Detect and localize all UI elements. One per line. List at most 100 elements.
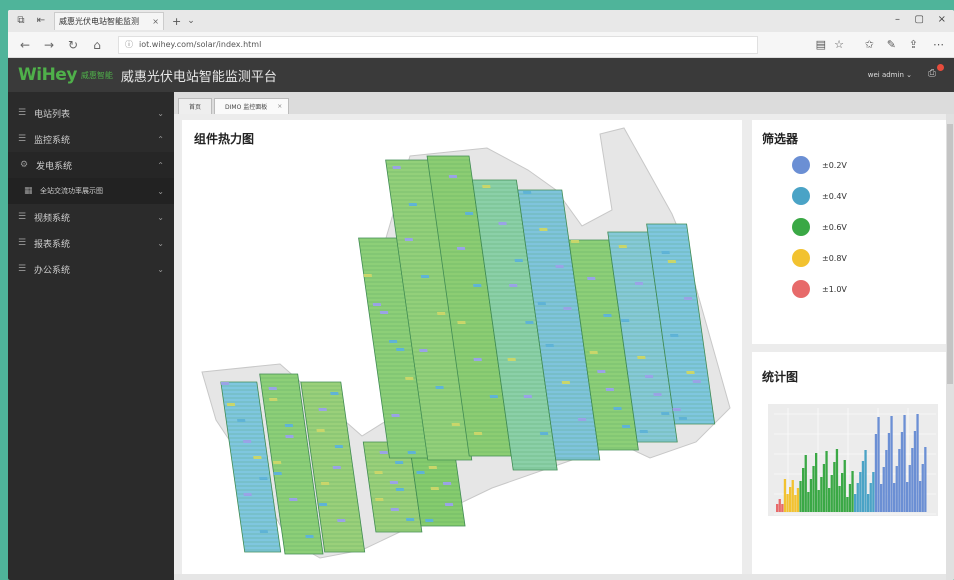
histogram-bar (804, 455, 807, 512)
panel-cell-highlight (405, 377, 414, 380)
panel-cell-highlight (482, 185, 491, 188)
histogram-bar (916, 414, 919, 512)
panel-cell-highlight (425, 519, 434, 522)
sidebar-item-office[interactable]: ☰ 办公系统 ⌄ (8, 256, 174, 282)
sidebar-item-station-list[interactable]: ☰ 电站列表 ⌄ (8, 100, 174, 126)
filter-label: ±0.2V (822, 160, 847, 170)
grid-icon: ▦ (24, 186, 33, 196)
panel-cell-highlight (284, 424, 294, 427)
histogram-bar (846, 497, 849, 512)
tab-close-icon[interactable]: × (152, 17, 159, 26)
panel-cell-highlight (523, 395, 533, 398)
list-icon: ☰ (18, 238, 27, 248)
histogram-bar (859, 472, 862, 512)
panel-cell-highlight (259, 477, 268, 480)
histogram-bar (903, 415, 906, 512)
filter-item-04v[interactable]: ±0.4V (792, 187, 847, 205)
minimize-button[interactable]: – (895, 14, 900, 25)
panel-cell-highlight (242, 440, 252, 443)
histogram-bar (776, 504, 779, 512)
tab-label: 首页 (189, 104, 202, 111)
panel-cell-highlight (379, 451, 388, 454)
forward-icon[interactable]: → (42, 38, 56, 52)
back-tabs-icon[interactable]: ⇤ (34, 14, 48, 28)
url-text: iot.wihey.com/solar/index.html (139, 40, 262, 49)
filter-label: ±0.6V (822, 222, 847, 232)
filter-swatch (792, 249, 810, 267)
favorites-hub-icon[interactable]: ✩ (865, 38, 874, 51)
panel-cell-highlight (318, 408, 327, 411)
favorite-star-icon[interactable]: ☆ (834, 38, 844, 51)
scrollbar-thumb[interactable] (947, 124, 953, 384)
chevron-down-icon: ⌄ (157, 108, 164, 118)
list-icon: ☰ (18, 212, 27, 222)
panel-cell-highlight (605, 388, 615, 391)
sidebar-item-video[interactable]: ☰ 视频系统 ⌄ (8, 204, 174, 230)
heatmap-panel: 组件热力图 (182, 120, 742, 575)
info-icon[interactable]: ⓘ (125, 39, 133, 50)
sidebar-item-label: 办公系统 (34, 265, 71, 276)
panel-cell-highlight (539, 228, 548, 231)
url-input[interactable]: ⓘ iot.wihey.com/solar/index.html (118, 35, 758, 54)
histogram-bar (783, 479, 787, 512)
tab-close-icon[interactable]: × (277, 103, 282, 110)
filter-item-06v[interactable]: ±0.6V (792, 218, 847, 236)
maximize-button[interactable]: ▢ (915, 14, 924, 25)
panel-cell-highlight (419, 349, 428, 352)
panel-cell-highlight (407, 451, 416, 454)
filter-item-10v[interactable]: ±1.0V (792, 280, 847, 298)
sidebar-item-power-generation[interactable]: ⚙ 发电系统 ⌃ (8, 152, 174, 178)
horizontal-scrollbar[interactable] (174, 574, 946, 580)
histogram-bar (828, 488, 831, 512)
histogram-bar (880, 484, 883, 512)
histogram-bar (796, 488, 800, 512)
tab-dropdown-icon[interactable]: ⌄ (187, 16, 195, 26)
panel-cell-highlight (692, 380, 701, 383)
browser-tab[interactable]: 威惠光伏电站智能监测 × (54, 12, 164, 30)
new-tab-button[interactable]: + (172, 15, 181, 28)
panel-cell-highlight (305, 535, 314, 538)
home-icon[interactable]: ⌂ (90, 38, 104, 52)
sidebar-item-label: 发电系统 (36, 161, 73, 172)
sidebar-item-label: 电站列表 (34, 109, 71, 120)
tab-manager-icon[interactable]: ⧉ (14, 14, 28, 28)
histogram-bar (825, 451, 828, 512)
tab-home[interactable]: 首页 (178, 98, 213, 114)
more-icon[interactable]: ⋯ (933, 38, 944, 51)
close-window-button[interactable]: × (938, 14, 946, 25)
histogram-bar (854, 494, 857, 512)
panel-cell-highlight (394, 461, 404, 464)
histogram-bar (778, 499, 781, 512)
solar-array-heatmap[interactable] (182, 120, 742, 575)
reading-view-icon[interactable]: ▤ (816, 38, 826, 51)
sidebar-item-reports[interactable]: ☰ 报表系统 ⌄ (8, 230, 174, 256)
histogram-bar (906, 482, 909, 512)
sidebar-item-ac-power-view[interactable]: ▦ 全站交流功率展示图 ⌄ (8, 178, 174, 204)
panel-cell-highlight (644, 375, 654, 378)
tab-monitor-panel[interactable]: DIMO 监控面板 × (214, 98, 290, 114)
browser-tab-bar: ⧉ ⇤ 威惠光伏电站智能监测 × + ⌄ – ▢ × (8, 10, 954, 32)
panel-cell-highlight (525, 321, 534, 324)
panel-cell-highlight (667, 260, 677, 263)
filter-item-02v[interactable]: ±0.2V (792, 156, 847, 174)
histogram-bar (848, 484, 852, 512)
chevron-down-icon: ⌄ (906, 71, 912, 79)
histogram-bar (885, 450, 888, 512)
share-icon[interactable]: ⇪ (909, 38, 918, 51)
pen-icon[interactable]: ✎ (887, 38, 896, 51)
panel-cell-highlight (396, 348, 405, 351)
refresh-icon[interactable]: ↻ (66, 38, 80, 52)
chevron-up-icon: ⌃ (157, 134, 164, 144)
user-menu[interactable]: wei admin ⌄ (868, 71, 912, 79)
panel-cell-highlight (272, 461, 282, 464)
notification-bell-icon[interactable]: ⎙ (928, 64, 944, 80)
panel-cell-highlight (653, 393, 662, 396)
panel-cell-highlight (678, 417, 688, 420)
panel-cell-highlight (587, 277, 596, 280)
panel-cell-highlight (618, 245, 627, 248)
vertical-scrollbar[interactable] (946, 114, 954, 580)
filter-item-08v[interactable]: ±0.8V (792, 249, 847, 267)
sidebar-item-monitoring[interactable]: ☰ 监控系统 ⌃ (8, 126, 174, 152)
panel-cell-highlight (489, 395, 499, 398)
back-icon[interactable]: ← (18, 38, 32, 52)
